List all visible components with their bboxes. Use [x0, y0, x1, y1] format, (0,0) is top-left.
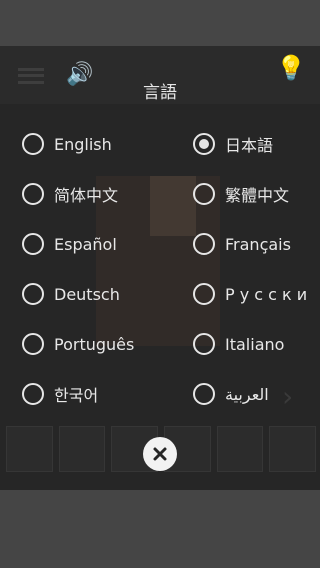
status-bar-area	[0, 0, 320, 46]
language-label: Deutsch	[54, 284, 120, 304]
language-option-arabic[interactable]: العربية	[193, 378, 269, 410]
language-label: العربية	[225, 384, 269, 404]
language-label: Português	[54, 334, 135, 354]
close-icon	[153, 447, 167, 461]
dialog-title: 言語	[143, 83, 177, 103]
language-label: 繁體中文	[225, 186, 290, 205]
language-option-german[interactable]: Deutsch	[22, 278, 120, 310]
language-label: Español	[54, 234, 117, 254]
language-label: Italiano	[225, 334, 285, 354]
language-option-portuguese[interactable]: Português	[22, 328, 134, 360]
language-option-italian[interactable]: Italiano	[193, 328, 284, 360]
language-label: 日本語	[225, 136, 274, 155]
radio-icon[interactable]	[22, 333, 44, 355]
language-label: English	[54, 134, 112, 154]
tile	[6, 426, 53, 472]
language-label: 简体中文	[54, 186, 119, 205]
language-option-korean[interactable]: 한국어	[22, 378, 98, 410]
tile	[269, 426, 317, 472]
background-app: 🔊 💡 ›	[0, 46, 320, 490]
radio-icon[interactable]	[193, 383, 215, 405]
tile	[216, 426, 264, 472]
language-option-spanish[interactable]: Español	[22, 228, 117, 260]
radio-icon[interactable]	[22, 283, 44, 305]
language-label: Français	[225, 234, 291, 254]
radio-icon[interactable]	[193, 183, 215, 205]
tile	[58, 426, 106, 472]
chevron-right-icon: ›	[282, 380, 294, 413]
radio-icon[interactable]	[193, 233, 215, 255]
close-button[interactable]	[143, 437, 177, 471]
radio-icon[interactable]	[193, 283, 215, 305]
language-option-simplified-chinese[interactable]: 简体中文	[22, 178, 118, 210]
radio-icon[interactable]	[193, 133, 215, 155]
radio-icon[interactable]	[22, 133, 44, 155]
bottom-area	[0, 490, 320, 568]
language-option-russian[interactable]: Р у с с к и	[193, 278, 307, 310]
language-option-traditional-chinese[interactable]: 繁體中文	[193, 178, 289, 210]
radio-icon[interactable]	[22, 233, 44, 255]
radio-icon[interactable]	[193, 333, 215, 355]
language-option-japanese[interactable]: 日本語	[193, 128, 273, 160]
language-label: 한국어	[54, 386, 99, 405]
language-option-french[interactable]: Français	[193, 228, 291, 260]
background-image-detail	[150, 176, 196, 236]
radio-icon[interactable]	[22, 183, 44, 205]
radio-icon[interactable]	[22, 383, 44, 405]
language-option-english[interactable]: English	[22, 128, 112, 160]
language-label: Р у с с к и	[225, 284, 308, 304]
